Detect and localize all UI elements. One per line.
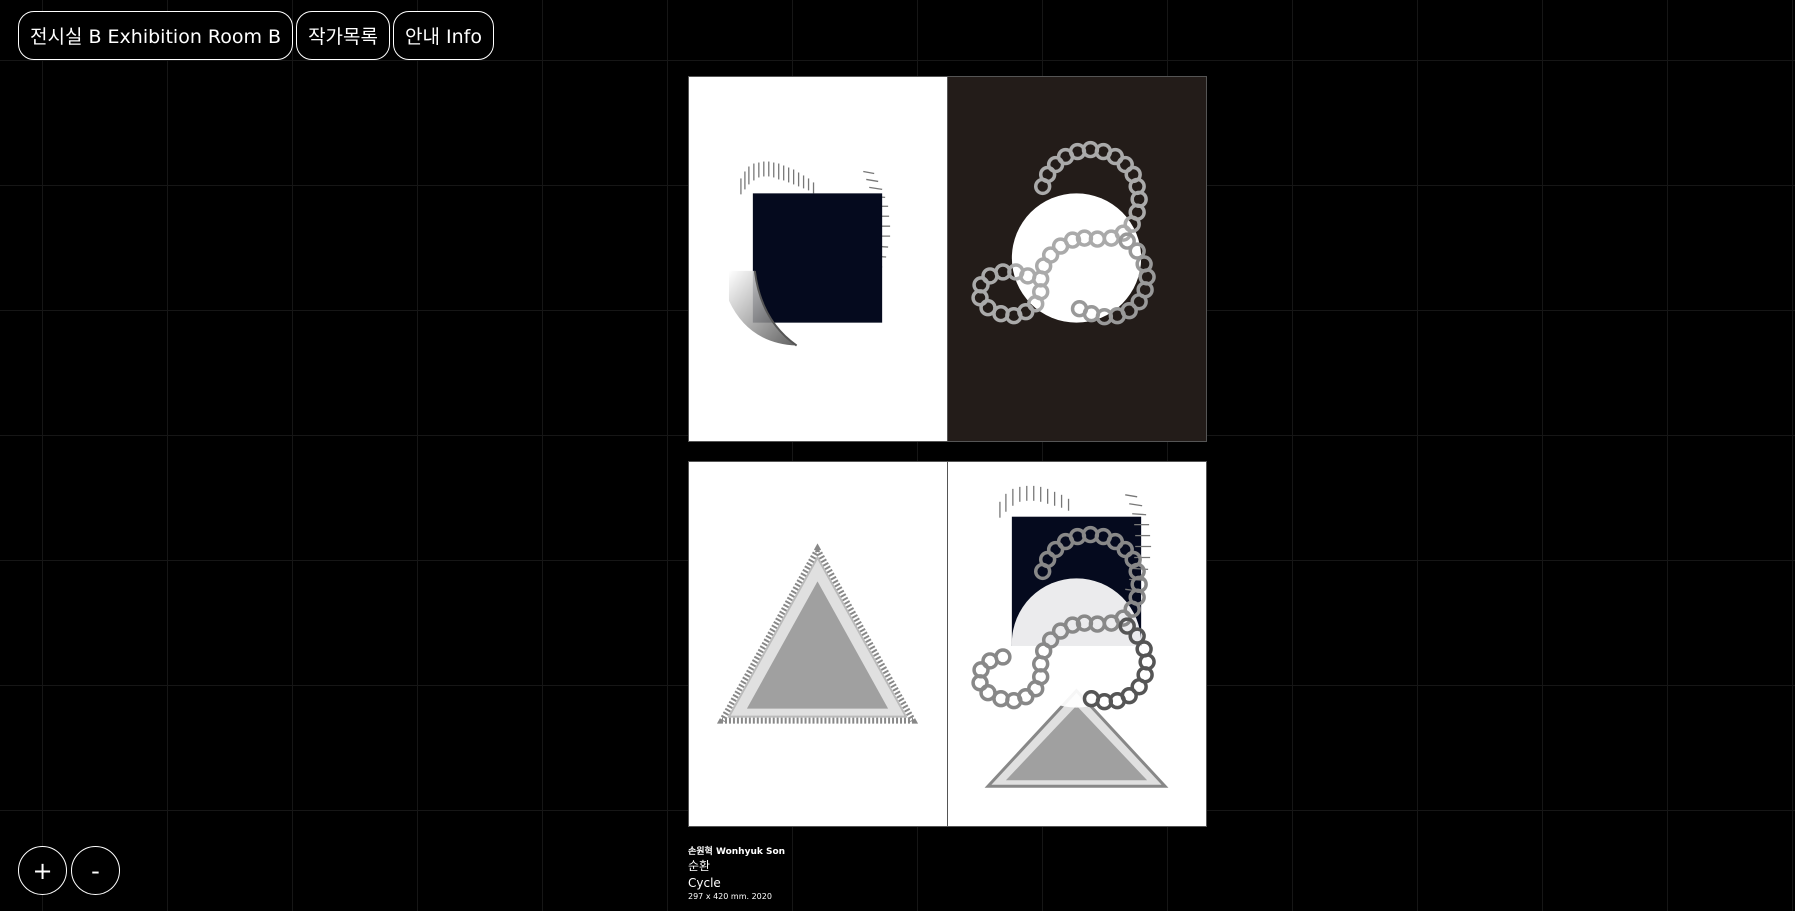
artwork-panel-circle bbox=[947, 77, 1206, 441]
zoom-out-button[interactable]: - bbox=[71, 846, 120, 895]
artwork-panel-triangle bbox=[689, 462, 947, 826]
nav-artist-list[interactable]: 작가목록 bbox=[296, 11, 390, 60]
artwork-spread-bottom[interactable] bbox=[688, 461, 1207, 827]
zoom-in-button[interactable]: + bbox=[18, 846, 67, 895]
caption-title-english: Cycle bbox=[688, 876, 721, 890]
nav-info[interactable]: 안내 Info bbox=[393, 11, 494, 60]
combined-composition-graphic bbox=[971, 485, 1169, 788]
artwork-panel-combined bbox=[947, 462, 1206, 826]
caption-artist: 손원혁 Wonhyuk Son bbox=[688, 847, 786, 857]
triangle-composition-graphic bbox=[716, 543, 919, 724]
caption-dimensions-year: 297 x 420 mm. 2020 bbox=[688, 892, 772, 901]
zoom-controls: + - bbox=[18, 846, 120, 895]
artwork-spread-top[interactable] bbox=[688, 76, 1207, 442]
artwork-caption: 손원혁 Wonhyuk Son 순환 Cycle 297 x 420 mm. 2… bbox=[688, 846, 785, 903]
artwork-panel-square bbox=[689, 77, 947, 441]
square-composition-graphic bbox=[728, 161, 891, 347]
circle-chain-graphic bbox=[971, 140, 1156, 326]
nav-exhibition-room-b[interactable]: 전시실 B Exhibition Room B bbox=[18, 11, 294, 60]
navy-square bbox=[752, 193, 883, 323]
top-navigation: 전시실 B Exhibition Room B 작가목록 안내 Info bbox=[18, 11, 494, 60]
caption-title-korean: 순환 bbox=[688, 859, 711, 873]
